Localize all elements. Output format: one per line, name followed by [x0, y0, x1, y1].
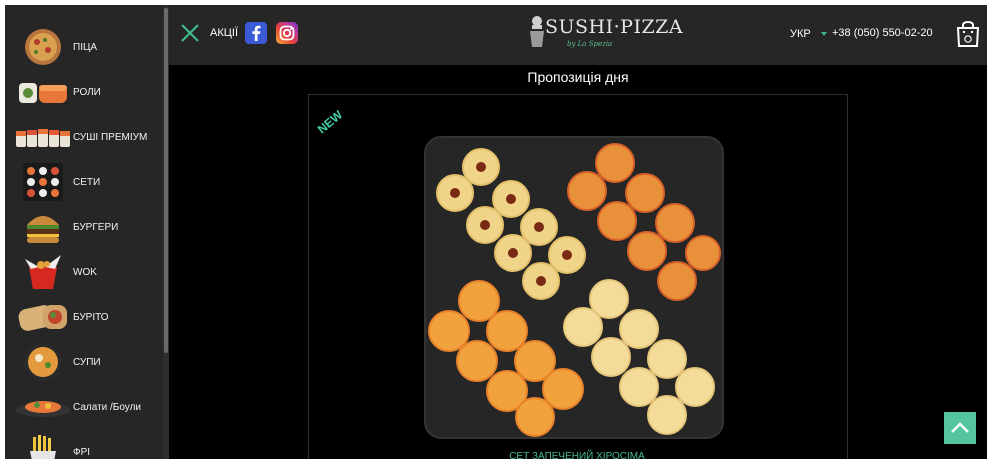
sidebar-item-rolls[interactable]: Роли	[5, 70, 169, 114]
sidebar-item-label: Роли	[73, 86, 101, 98]
sidebar-item-wok[interactable]: Wok	[5, 250, 169, 294]
sushi-set-image[interactable]	[423, 135, 725, 440]
brand-logo[interactable]: SUSHI·PIZZA by La Spezia	[527, 13, 683, 55]
top-header: Акції SUSHI·PIZZA by La Spezia УКР +38	[169, 5, 987, 65]
burgers-thumbnail	[15, 208, 71, 246]
close-icon[interactable]	[179, 22, 201, 44]
sidebar-item-pizza[interactable]: Піца	[5, 25, 169, 69]
offer-of-the-day-title: Пропозиція дня	[527, 69, 629, 85]
logo-text: SUSHI·PIZZA	[545, 16, 684, 38]
product-name-link[interactable]: Сет запечений Хіросіма	[308, 451, 846, 459]
sidebar-item-label: Wok	[73, 266, 97, 278]
sidebar-item-label: Буріто	[73, 311, 109, 323]
sidebar-item-label: Фрі	[73, 446, 91, 458]
sidebar-item-label: Піца	[73, 41, 98, 53]
pizza-thumbnail	[15, 28, 71, 66]
sidebar-item-burrito[interactable]: Буріто	[5, 295, 169, 339]
sidebar-item-fries[interactable]: Фрі	[5, 430, 169, 459]
sidebar-item-label: Суші преміум	[73, 131, 148, 143]
category-sidebar: Піца Роли Суші преміум	[5, 5, 169, 459]
sidebar-item-salads[interactable]: Салати /Боули	[5, 385, 169, 429]
phone-number[interactable]: +38 (050) 550-02-20	[832, 27, 933, 39]
scroll-to-top-button[interactable]	[944, 412, 976, 444]
sidebar-item-sets[interactable]: Сети	[5, 160, 169, 204]
soups-thumbnail	[15, 343, 71, 381]
app-frame: Піца Роли Суші преміум	[5, 5, 987, 459]
facebook-icon[interactable]	[245, 22, 267, 44]
shopping-bag-icon[interactable]	[955, 18, 981, 48]
arrow-up-icon	[951, 422, 969, 433]
salads-thumbnail	[15, 388, 71, 426]
chevron-down-icon[interactable]	[821, 32, 827, 36]
sidebar-item-label: Сети	[73, 176, 101, 188]
sidebar-item-burgers[interactable]: Бургери	[5, 205, 169, 249]
sets-thumbnail	[15, 163, 71, 201]
logo-subtitle: by La Spezia	[567, 40, 613, 48]
language-selector[interactable]: УКР	[790, 28, 811, 40]
sidebar-item-label: Салати /Боули	[73, 401, 142, 413]
instagram-icon[interactable]	[276, 22, 298, 44]
rolls-thumbnail	[15, 73, 71, 111]
sidebar-item-premium-sushi[interactable]: Суші преміум	[5, 115, 169, 159]
sidebar-item-label: Супи	[73, 356, 101, 368]
premium-sushi-thumbnail	[15, 118, 71, 156]
wok-thumbnail	[15, 253, 71, 291]
sidebar-item-label: Бургери	[73, 221, 119, 233]
chef-icon	[530, 16, 544, 47]
sidebar-scrollbar-thumb[interactable]	[164, 8, 168, 353]
sidebar-item-soups[interactable]: Супи	[5, 340, 169, 384]
promotions-link[interactable]: Акції	[210, 27, 238, 39]
burrito-thumbnail	[15, 298, 71, 336]
fries-thumbnail	[15, 433, 71, 459]
